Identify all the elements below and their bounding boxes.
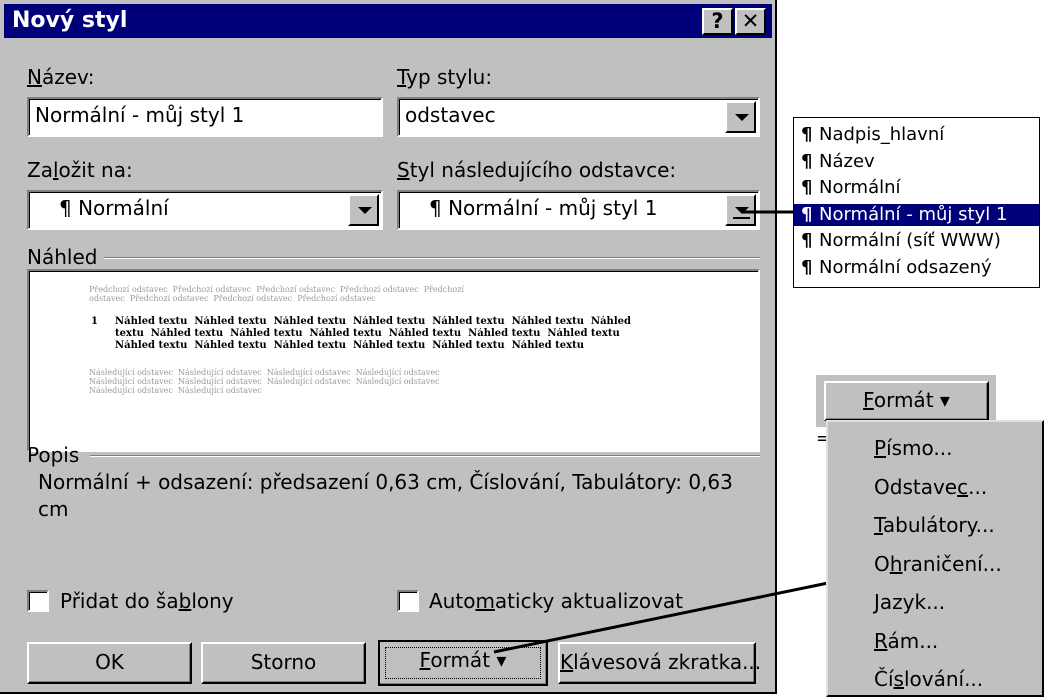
pilcrow-icon: ¶ <box>801 124 813 145</box>
style-list-popup: ¶ Nadpis_hlavní ¶ Název ¶ Normální ¶ Normální -… <box>793 117 1040 288</box>
format-menu-item[interactable]: Odstavec... <box>874 475 987 499</box>
format-menu-item[interactable]: Jazyk... <box>874 590 945 614</box>
pilcrow-icon: ¶ <box>801 230 813 251</box>
format-menu-item[interactable]: Tabulátory... <box>874 513 995 537</box>
format-menu: Písmo... Odstavec... Tabulátory... Ohraniče… <box>826 420 1044 697</box>
style-list-item-label: Normální <box>819 177 901 198</box>
style-list-item-label: Normální (síť WWW) <box>819 230 1001 251</box>
style-list-item[interactable]: ¶ Normální <box>797 177 904 199</box>
style-list-item-label: Nadpis_hlavní <box>819 124 945 145</box>
pilcrow-icon: ¶ <box>801 150 813 172</box>
style-list-item-label: Název <box>819 150 875 172</box>
style-list-item[interactable]: ¶ Název <box>797 151 878 173</box>
style-list-item[interactable]: ¶ Nadpis_hlavní <box>797 124 947 146</box>
style-list-item-label: Normální odsazený <box>819 256 992 278</box>
style-list-item[interactable]: ¶ Normální (síť WWW) <box>797 230 1004 252</box>
pilcrow-icon: ¶ <box>801 177 813 198</box>
style-list-item-label: Normální - můj styl 1 <box>819 203 1008 225</box>
pilcrow-icon: ¶ <box>801 256 813 278</box>
format-menu-item[interactable]: Rám... <box>874 629 938 653</box>
dropdown-arrow-icon: ▾ <box>939 388 950 412</box>
callout-line-format-menu <box>493 581 829 654</box>
format-menu-item[interactable]: Číslování... <box>874 667 983 691</box>
style-list-item[interactable]: ¶ Normální odsazený <box>797 257 995 279</box>
pilcrow-icon: ¶ <box>801 203 813 225</box>
format-button-zoomed[interactable]: Formát ▾ <box>824 381 989 421</box>
format-menu-item[interactable]: Písmo... <box>874 436 952 460</box>
style-list-item[interactable]: ¶ Normální - můj styl 1 <box>794 203 1039 226</box>
format-menu-item[interactable]: Ohraničení... <box>874 552 1002 576</box>
